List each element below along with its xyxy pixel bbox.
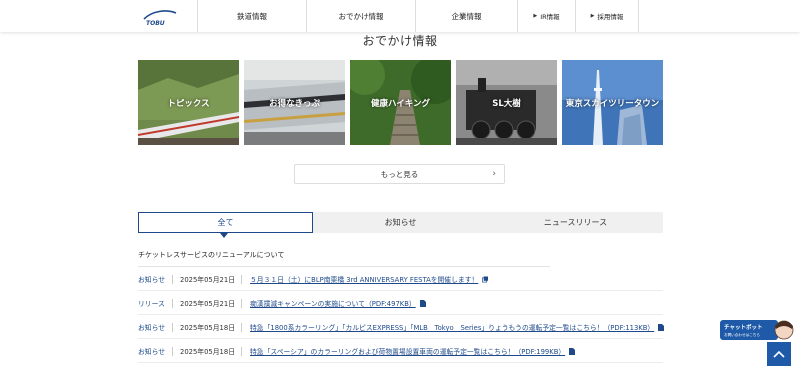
tile-hiking[interactable]: 健康ハイキング — [350, 60, 451, 145]
external-link-icon — [482, 276, 489, 282]
separator — [241, 299, 242, 308]
nav-railway[interactable]: 鉄道情報 — [197, 0, 306, 32]
tile-label: お得なきっぷ — [269, 98, 320, 109]
news-row: リリース 2025年05月21日 痴漢撲滅キャンペーンの実施について（PDF:4… — [138, 291, 663, 315]
chatbot-title: チャットボット — [724, 323, 762, 331]
more-button-label: もっと見る — [380, 169, 419, 179]
news-date: 2025年05月21日 — [180, 276, 235, 284]
tile-discount-tickets[interactable]: お得なきっぷ — [244, 60, 345, 145]
nav-recruit[interactable]: ▶ 採用情報 — [575, 0, 639, 32]
tab-news-releases[interactable]: ニュースリリース — [488, 212, 663, 233]
separator — [172, 347, 173, 356]
tile-label: トピックス — [167, 98, 210, 109]
news-date: 2025年05月21日 — [180, 300, 235, 308]
tile-topics[interactable]: トピックス — [138, 60, 239, 145]
nav-outing[interactable]: おでかけ情報 — [306, 0, 415, 32]
news-title-link[interactable]: 特急「スペーシア」のカラーリングおよび荷物置場設置車両の運転予定一覧はこちら！（… — [250, 339, 576, 363]
news-date: 2025年05月18日 — [180, 348, 235, 356]
tile-label: 健康ハイキング — [370, 98, 431, 109]
news-row: お知らせ 2025年05月21日 ５月３１日（土）にBLP南栗橋 3rd ANN… — [138, 267, 663, 291]
tile-sl-taiju[interactable]: SL大樹 — [456, 60, 557, 145]
news-title-link[interactable]: 痴漢撲滅キャンペーンの実施について（PDF:497KB） — [250, 291, 426, 315]
tile-skytree[interactable]: 東京スカイツリータウン — [562, 60, 663, 145]
pdf-icon — [658, 323, 665, 331]
news-tabs: 全て お知らせ ニュースリリース — [138, 212, 663, 233]
pdf-icon — [419, 299, 426, 307]
pdf-icon — [569, 347, 576, 355]
divider — [138, 362, 663, 363]
chevron-right-icon: › — [492, 169, 496, 179]
section-title: おでかけ情報 — [362, 34, 438, 48]
news-date: 2025年05月18日 — [180, 324, 235, 332]
news-category: お知らせ — [138, 324, 166, 332]
separator — [172, 299, 173, 308]
news-category: お知らせ — [138, 348, 166, 356]
tile-label: SL大樹 — [492, 98, 521, 109]
nav-corporate[interactable]: 企業情報 — [415, 0, 517, 32]
separator — [241, 347, 242, 356]
news-title-link[interactable]: 特急「1800系カラーリング」「カルピスEXPRESS」「MLB Tokyo S… — [250, 315, 665, 339]
news-category: リリース — [138, 300, 165, 308]
triangle-right-icon: ▶ — [590, 13, 595, 19]
logo-text: TOBU — [146, 20, 165, 27]
active-tab-pointer — [220, 233, 228, 238]
chatbot-button[interactable]: チャットボット お問い合わせはこちら — [720, 318, 794, 342]
separator — [172, 275, 173, 284]
tab-all[interactable]: 全て — [138, 212, 313, 233]
tobu-logo[interactable]: TOBU — [140, 7, 180, 27]
nav-ir[interactable]: ▶ IR情報 — [517, 0, 575, 32]
tab-notices[interactable]: お知らせ — [313, 212, 488, 233]
more-button[interactable]: もっと見る › — [294, 164, 505, 184]
back-to-top-button[interactable] — [767, 342, 791, 366]
site-header: TOBU 鉄道情報 おでかけ情報 企業情報 ▶ IR情報 ▶ 採用情報 — [0, 0, 800, 32]
news-row: お知らせ 2025年05月18日 特急「1800系カラーリング」「カルピスEXP… — [138, 315, 665, 339]
news-category: お知らせ — [138, 276, 166, 284]
triangle-right-icon: ▶ — [533, 13, 538, 19]
news-title-link[interactable]: ５月３１日（土）にBLP南栗橋 3rd ANNIVERSARY FESTAを開催… — [250, 267, 489, 291]
chatbot-subtitle: お問い合わせはこちら — [724, 332, 760, 337]
news-row: お知らせ 2025年05月18日 特急「スペーシア」のカラーリングおよび荷物置場… — [138, 339, 663, 363]
tile-label: 東京スカイツリータウン — [565, 98, 660, 109]
separator — [241, 275, 242, 284]
separator — [172, 323, 173, 332]
chevron-up-icon — [773, 350, 785, 358]
outing-tiles: トピックス お得なきっぷ 健康ハイキング SL大樹 東京スカイツリータウン — [138, 60, 663, 145]
separator — [241, 323, 242, 332]
featured-notice-link[interactable]: チケットレスサービスのリニューアルについて — [138, 250, 284, 260]
